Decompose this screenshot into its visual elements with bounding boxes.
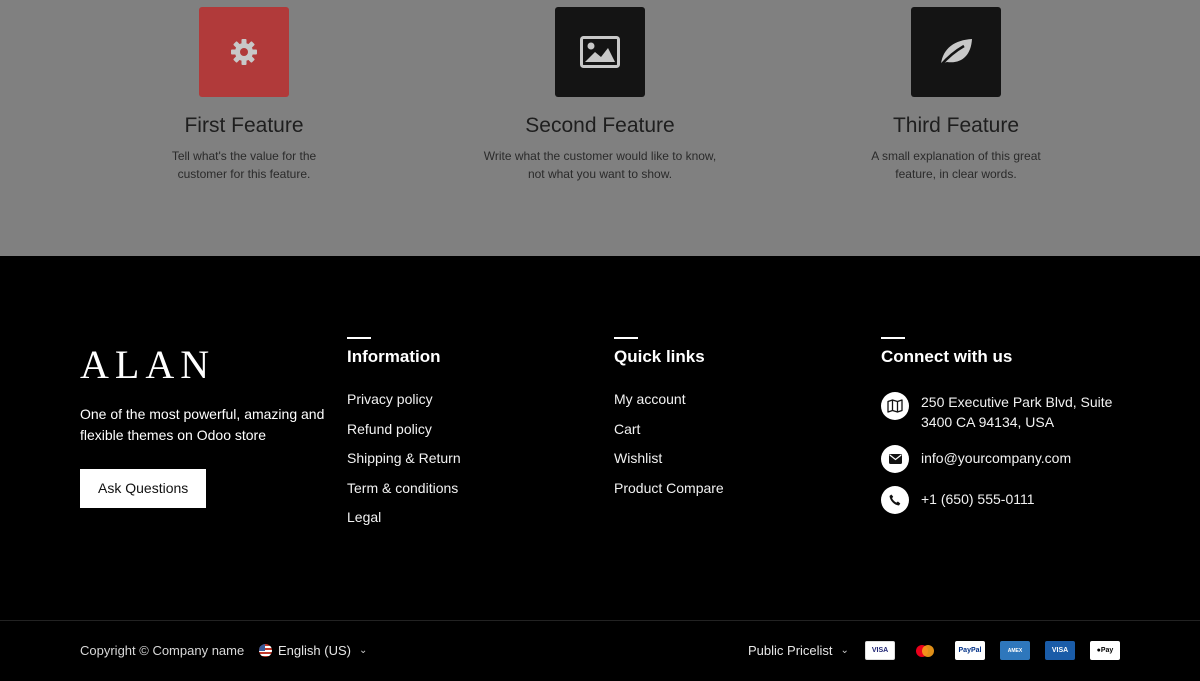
feature-second: Second Feature Write what the customer w… [450, 0, 750, 183]
feature-title: First Feature [184, 114, 304, 137]
copyright-text: Copyright © Company name [80, 643, 245, 658]
feature-description-line: customer for this feature. [177, 167, 311, 181]
footer-logo[interactable]: ALAN [80, 345, 325, 385]
feature-description: A small explanation of this great featur… [806, 147, 1106, 183]
footer-tagline: One of the most powerful, amazing and fl… [80, 406, 325, 443]
feature-description-line: A small explanation of this great [871, 149, 1041, 163]
feature-title: Second Feature [525, 114, 675, 137]
heading-accent-bar [347, 337, 371, 339]
connect-heading: Connect with us [881, 347, 1013, 366]
wishlist-link[interactable]: Wishlist [614, 449, 724, 479]
gear-icon [231, 39, 257, 65]
feature-description: Tell what's the value for the customer f… [94, 147, 394, 183]
feature-tile-first [199, 7, 289, 97]
paypal-icon: PayPal [955, 641, 985, 660]
us-flag-icon [259, 644, 272, 657]
address-text: 250 Executive Park Blvd, Suite 3400 CA 9… [921, 392, 1112, 432]
payment-methods: VISA PayPal AMEX VISA ● Pay [865, 641, 1135, 660]
feature-description-line: Tell what's the value for the [171, 149, 317, 163]
visa-electron-card-icon: VISA [1045, 641, 1075, 660]
feature-description-line: feature, in clear words. [895, 167, 1017, 181]
image-icon [580, 36, 620, 68]
contact-phone: +1 (650) 555-0111 [881, 486, 1112, 514]
pricelist-label: Public Pricelist [748, 643, 833, 658]
visa-card-icon: VISA [865, 641, 895, 660]
amex-card-icon: AMEX [1000, 641, 1030, 660]
address-line: 250 Executive Park Blvd, Suite [921, 394, 1113, 410]
information-heading: Information [347, 347, 441, 366]
quick-links-list: My account Cart Wishlist Product Compare [614, 390, 724, 508]
map-icon [881, 392, 909, 420]
heading-accent-bar [881, 337, 905, 339]
feature-description: Write what the customer would like to kn… [450, 147, 750, 183]
my-account-link[interactable]: My account [614, 390, 724, 420]
terms-conditions-link[interactable]: Term & conditions [347, 479, 461, 509]
feature-title: Third Feature [892, 114, 1020, 137]
feature-first: First Feature Tell what's the value for … [94, 0, 394, 183]
feature-description-line: not what you want to show. [527, 167, 673, 181]
pricelist-selector[interactable]: Public Pricelist ⌄ [748, 643, 849, 658]
language-label: English (US) [278, 643, 351, 658]
features-section: First Feature Tell what's the value for … [0, 0, 1200, 256]
apple-pay-label: Pay [1100, 647, 1114, 654]
ask-questions-button[interactable]: Ask Questions [80, 469, 207, 508]
feature-tile-third [911, 7, 1001, 97]
email-link[interactable]: info@yourcompany.com [921, 445, 1071, 468]
footer: ALAN One of the most powerful, amazing a… [0, 256, 1200, 620]
footer-brand-column: ALAN One of the most powerful, amazing a… [80, 256, 325, 508]
legal-link[interactable]: Legal [347, 508, 461, 538]
address-line: 3400 CA 94134, USA [921, 414, 1055, 430]
envelope-icon [881, 445, 909, 473]
product-compare-link[interactable]: Product Compare [614, 479, 724, 509]
phone-link[interactable]: +1 (650) 555-0111 [921, 486, 1035, 509]
footer-connect-column: Connect with us 250 Executive Park Blvd,… [881, 256, 1112, 514]
leaf-icon [940, 39, 972, 66]
feature-third: Third Feature A small explanation of thi… [806, 0, 1106, 183]
language-selector[interactable]: English (US) ⌄ [259, 643, 367, 658]
information-links: Privacy policy Refund policy Shipping & … [347, 390, 461, 538]
contact-email: info@yourcompany.com [881, 445, 1112, 473]
apple-pay-icon: ● Pay [1090, 641, 1120, 660]
cart-link[interactable]: Cart [614, 420, 724, 450]
contact-address: 250 Executive Park Blvd, Suite 3400 CA 9… [881, 392, 1112, 432]
phone-icon [881, 486, 909, 514]
quick-links-heading: Quick links [614, 347, 705, 366]
privacy-policy-link[interactable]: Privacy policy [347, 390, 461, 420]
chevron-down-icon: ⌄ [840, 645, 849, 656]
footer-information-column: Information Privacy policy Refund policy… [347, 256, 461, 538]
feature-tile-second [555, 7, 645, 97]
chevron-down-icon: ⌄ [358, 645, 368, 656]
heading-accent-bar [614, 337, 638, 339]
shipping-return-link[interactable]: Shipping & Return [347, 449, 461, 479]
feature-description-line: Write what the customer would like to kn… [483, 149, 717, 163]
footer-quick-links-column: Quick links My account Cart Wishlist Pro… [614, 256, 724, 508]
refund-policy-link[interactable]: Refund policy [347, 420, 461, 450]
mastercard-icon [910, 641, 940, 660]
